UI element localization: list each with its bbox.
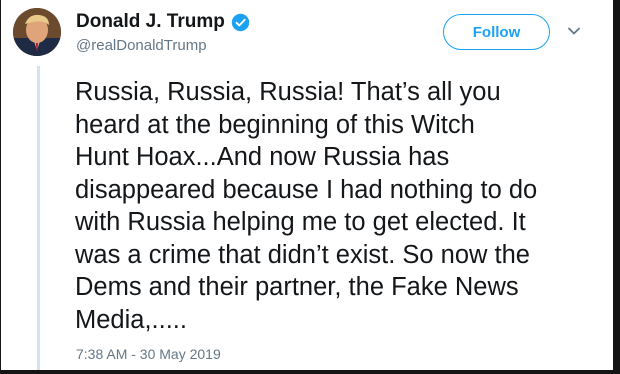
tweet-card: Donald J. Trump @realDonaldTrump Follow … xyxy=(1,0,613,370)
chevron-down-icon[interactable] xyxy=(567,26,581,36)
follow-button[interactable]: Follow xyxy=(443,14,550,50)
display-name[interactable]: Donald J. Trump xyxy=(76,11,225,33)
author-name-row: Donald J. Trump xyxy=(76,11,250,33)
thread-rule xyxy=(37,66,40,370)
tweet-timestamp[interactable]: 7:38 AM - 30 May 2019 xyxy=(76,346,221,362)
author-handle[interactable]: @realDonaldTrump xyxy=(76,37,207,54)
verified-badge-icon xyxy=(231,13,250,31)
avatar-image xyxy=(13,8,61,56)
tweet-text: Russia, Russia, Russia! That’s all you h… xyxy=(75,78,538,334)
avatar[interactable] xyxy=(13,8,61,56)
